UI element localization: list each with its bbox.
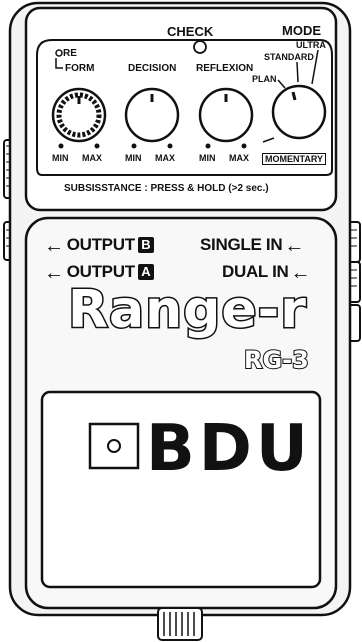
reform-label-line1: RE [63, 48, 77, 59]
arrow-left-icon: ← [284, 235, 305, 257]
mode-selector-knob[interactable] [273, 86, 325, 138]
reflexion-label: REFLEXION [196, 63, 254, 74]
output-b-badge: B [137, 237, 154, 253]
arrow-left-icon: ← [44, 262, 64, 284]
mode-standard-label: STANDARD [264, 52, 314, 62]
dual-in-label: DUAL IN ← [222, 262, 311, 284]
single-in-label: SINGLE IN ← [200, 235, 305, 257]
check-label: CHECK [167, 24, 214, 39]
instruction-text: SUBSISSTANCE : PRESS & HOLD (>2 sec.) [64, 183, 269, 194]
output-b-label: ← OUTPUT B [44, 235, 154, 257]
pedal-model: RG-3 [243, 345, 310, 375]
reform-min-label: MIN [52, 153, 69, 163]
mode-ultra-label: ULTRA [296, 40, 326, 50]
check-led-icon [193, 40, 207, 54]
reflexion-min-label: MIN [199, 153, 216, 163]
reform-knob[interactable] [53, 89, 105, 141]
arrow-left-icon: ← [290, 262, 311, 284]
reform-label-line2: FORM [65, 63, 95, 74]
decision-max-label: MAX [155, 153, 175, 163]
output-a-label: ← OUTPUT A [44, 262, 154, 284]
reflexion-knob[interactable] [200, 89, 252, 141]
thumbscrew-icon [157, 607, 203, 641]
decision-knob[interactable] [126, 89, 178, 141]
arrow-left-icon: ← [44, 235, 64, 257]
mode-label: MODE [282, 23, 321, 38]
output-a-badge: A [137, 264, 154, 280]
mode-plan-label: PLAN [252, 74, 277, 84]
pedal-name: Range-r [67, 279, 308, 342]
decision-label: DECISION [128, 63, 177, 74]
reform-max-label: MAX [82, 153, 102, 163]
mode-momentary-label: MOMENTARY [262, 153, 326, 165]
footswitch[interactable] [42, 392, 320, 587]
decision-min-label: MIN [125, 153, 142, 163]
reflexion-max-label: MAX [229, 153, 249, 163]
